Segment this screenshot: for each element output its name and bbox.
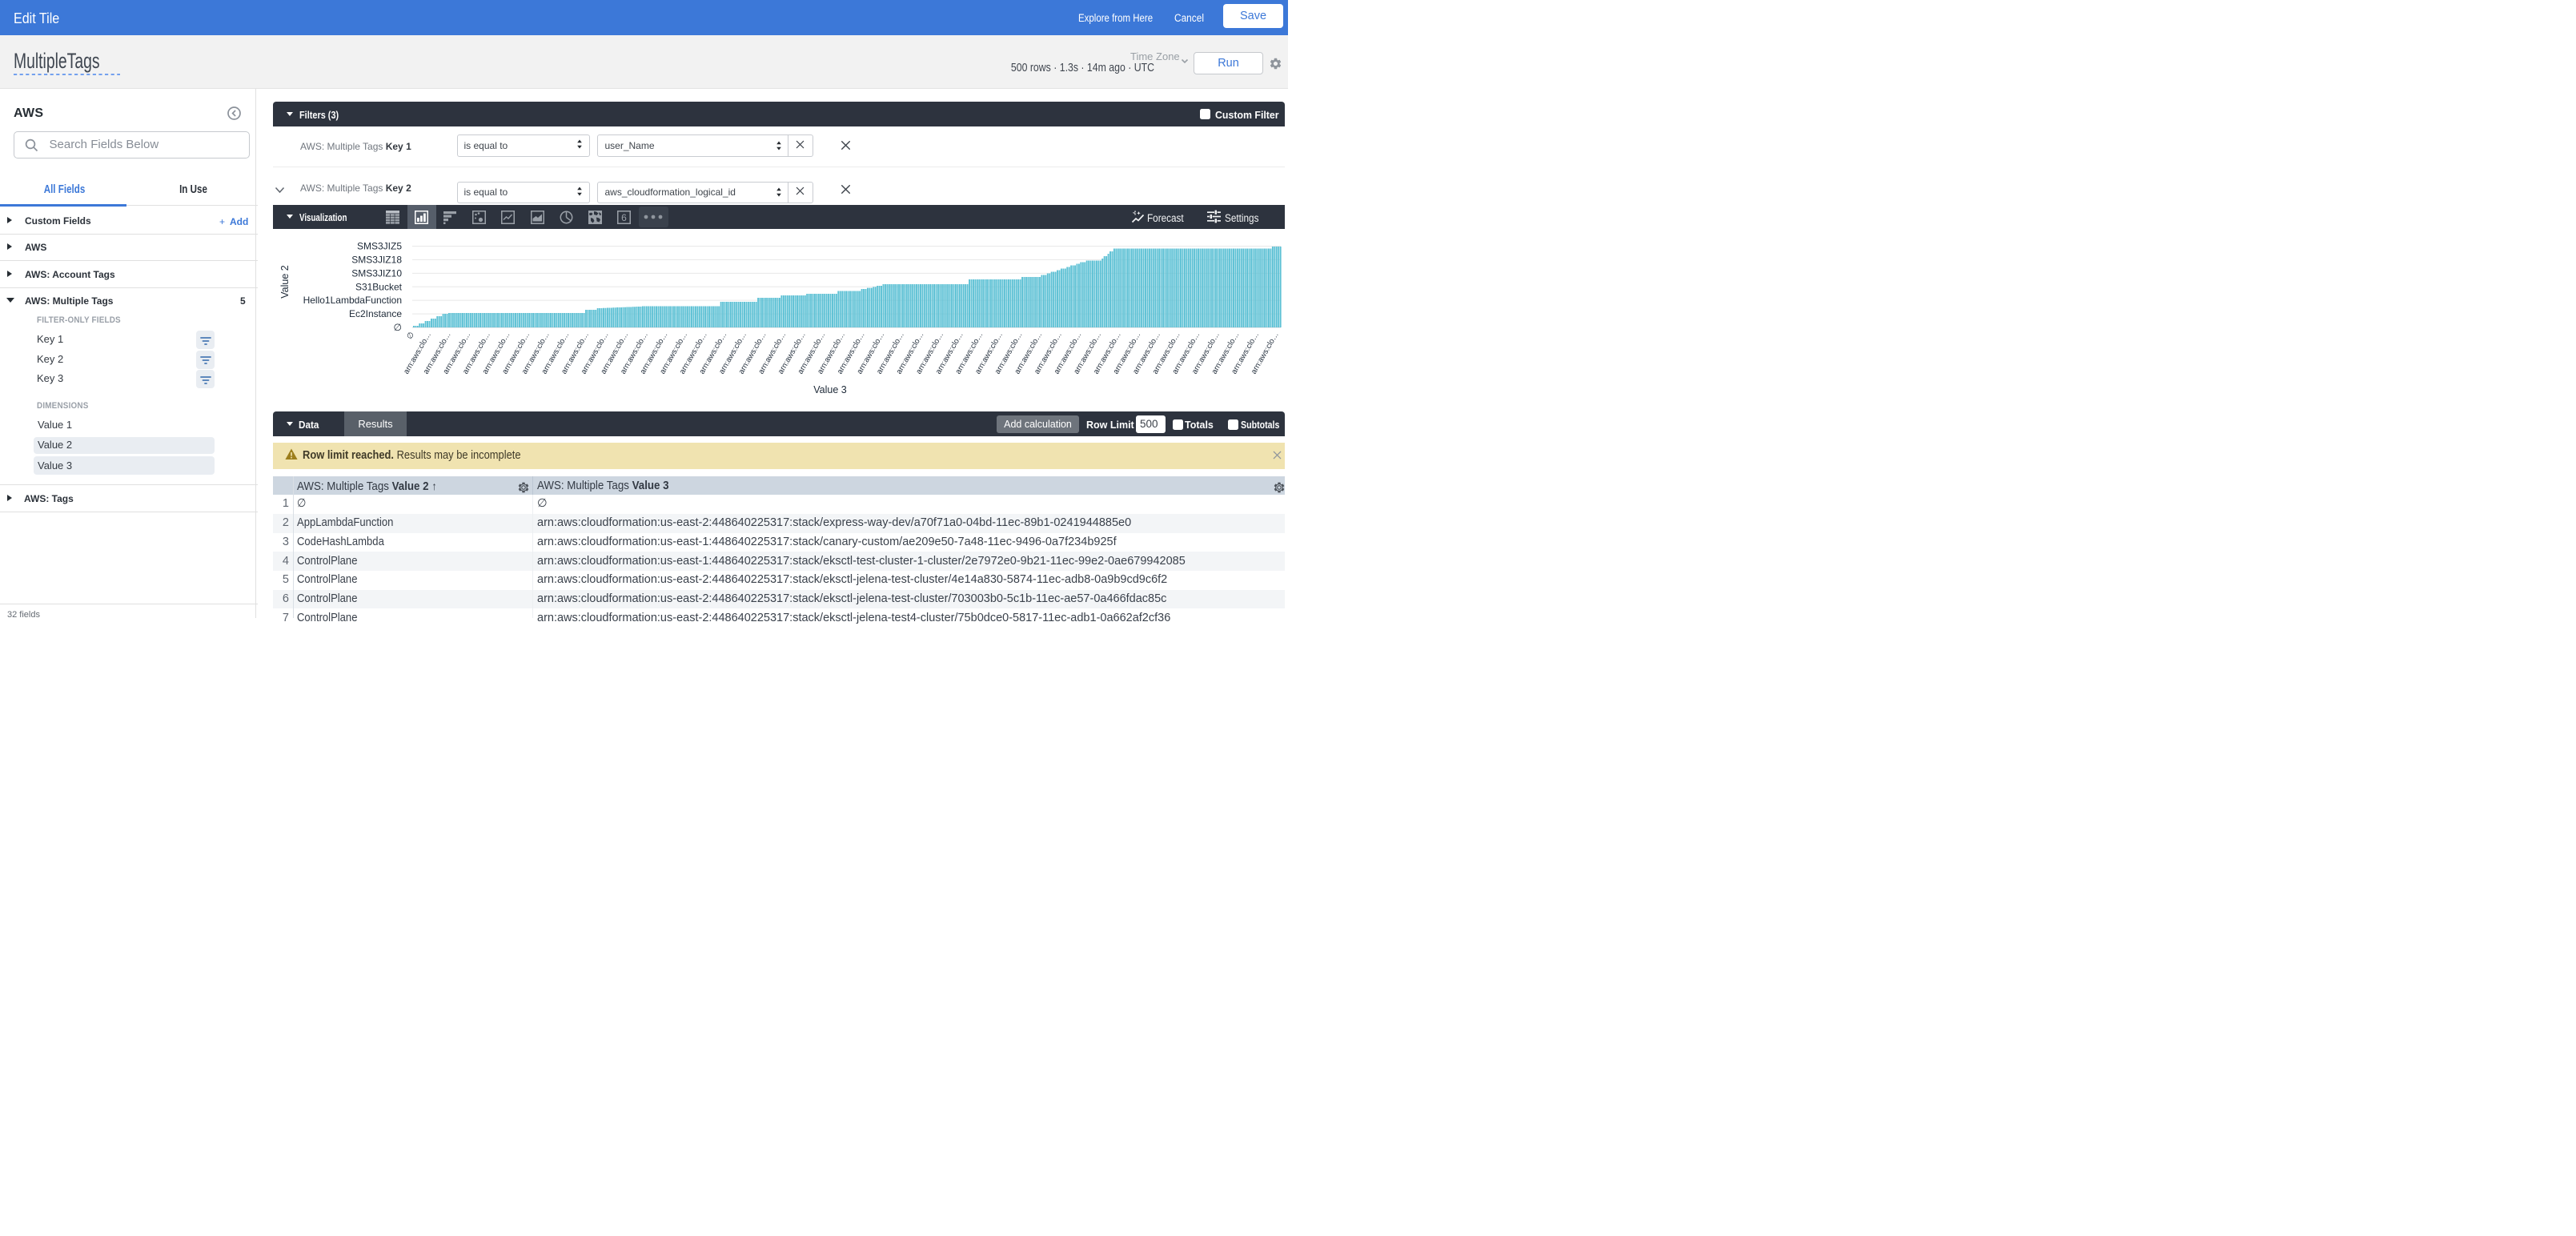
svg-text:SMS3JIZ18: SMS3JIZ18 — [351, 254, 402, 265]
svg-text:∅: ∅ — [394, 322, 402, 333]
svg-text:SMS3JIZ5: SMS3JIZ5 — [357, 241, 402, 252]
svg-text:6: 6 — [621, 212, 627, 223]
svg-text:∅: ∅ — [405, 331, 416, 341]
svg-text:Value 2: Value 2 — [279, 265, 291, 299]
svg-text:Ec2Instance: Ec2Instance — [349, 308, 402, 319]
svg-text:Hello1LambdaFunction: Hello1LambdaFunction — [303, 295, 402, 306]
svg-text:SMS3JIZ10: SMS3JIZ10 — [351, 267, 402, 279]
svg-text:Value 3: Value 3 — [813, 384, 847, 395]
svg-text:S31Bucket: S31Bucket — [355, 281, 403, 292]
